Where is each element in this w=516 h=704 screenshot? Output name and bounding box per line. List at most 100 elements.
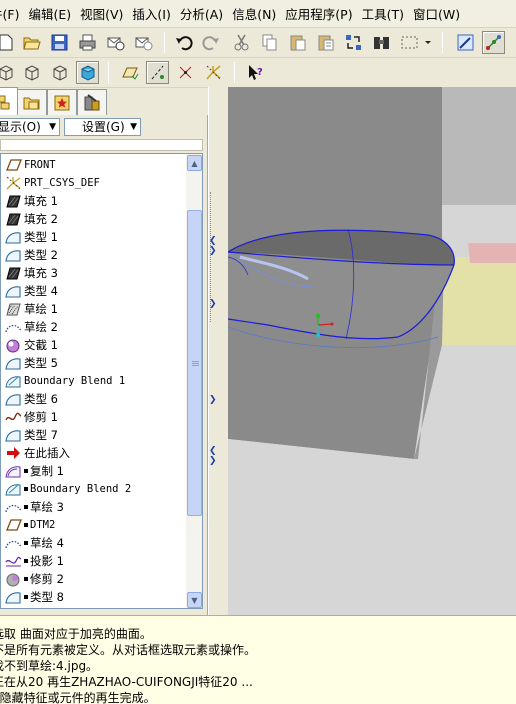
undo-icon[interactable] — [172, 31, 195, 54]
tree-item[interactable]: 草绘 3 — [5, 498, 64, 516]
paste-icon[interactable] — [286, 31, 309, 54]
tree-item[interactable]: 类型 7 — [5, 426, 58, 444]
new-file-icon[interactable] — [0, 31, 17, 54]
copy-icon[interactable] — [258, 31, 281, 54]
model-tree: FRONT PRT_CSYS_DEF 填充 1 填充 2 类型 1 类型 2 填充 3 类型 … — [0, 153, 186, 609]
dropdown-arrow-icon[interactable] — [422, 31, 434, 54]
model-tree-scrollbar[interactable]: ▲ ▼ — [186, 153, 203, 609]
tree-item[interactable]: 填充 2 — [5, 210, 58, 228]
tree-item[interactable]: FRONT — [5, 156, 56, 174]
tree-item[interactable]: DTM2 — [5, 516, 55, 534]
tree-item[interactable]: 类型 1 — [5, 228, 58, 246]
scroll-up-button[interactable]: ▲ — [187, 155, 202, 171]
tree-item[interactable]: 复制 1 — [5, 462, 64, 480]
tree-item[interactable]: 交截 1 — [5, 336, 58, 354]
menu-item[interactable]: 插入(I) — [128, 4, 175, 23]
collapse-left-icon[interactable]: ❮ — [209, 237, 217, 246]
tree-item[interactable]: Boundary Blend 1 — [5, 372, 125, 390]
panel-splitter[interactable]: ❮ ❯ ❯ ❯ ❮ ❯ — [208, 87, 228, 615]
tree-item[interactable]: 草绘 1 — [5, 300, 58, 318]
view-box-icon[interactable] — [20, 61, 43, 84]
show-dropdown-label: 显示(O) — [0, 120, 41, 134]
folder-browser-tab[interactable] — [17, 89, 47, 115]
collapse-right-icon[interactable]: ❯ — [209, 247, 217, 256]
collapse-right-icon[interactable]: ❯ — [209, 457, 217, 466]
cut-icon[interactable] — [230, 31, 253, 54]
collapse-left-icon[interactable]: ❮ — [209, 447, 217, 456]
scroll-down-button[interactable]: ▼ — [187, 592, 202, 608]
tree-item[interactable]: 修剪 2 — [5, 570, 64, 588]
graphics-window[interactable] — [228, 87, 516, 615]
navigator-tabs — [0, 87, 118, 115]
menu-item[interactable]: 应用程序(P) — [281, 4, 357, 23]
tree-item[interactable]: 草绘 2 — [5, 318, 58, 336]
tree-item[interactable]: 草绘 4 — [5, 534, 64, 552]
fill-icon — [5, 265, 22, 281]
sketch-options-icon[interactable] — [454, 31, 477, 54]
selection-box-icon[interactable] — [398, 31, 421, 54]
context-help-icon[interactable]: ? — [244, 61, 267, 84]
print-icon[interactable] — [76, 31, 99, 54]
paste-special-icon[interactable] — [314, 31, 337, 54]
tree-item[interactable]: 类型 2 — [5, 246, 58, 264]
menu-item[interactable]: 分析(A) — [176, 4, 228, 23]
tree-item[interactable]: Boundary Blend 2 — [5, 480, 131, 498]
settings-dropdown[interactable]: 设置(G) ▼ — [64, 118, 141, 136]
menu-item[interactable]: 工具(T) — [358, 4, 409, 23]
view-iso-icon[interactable] — [0, 61, 17, 84]
tree-item[interactable]: 投影 1 — [5, 552, 64, 570]
datum-planes-icon[interactable] — [118, 61, 141, 84]
settings-dropdown-label: 设置(G) — [82, 120, 125, 134]
tree-item[interactable]: 类型 5 — [5, 354, 58, 372]
sketch-hatched-icon — [5, 301, 22, 317]
email-icon[interactable] — [104, 31, 127, 54]
show-dropdown[interactable]: 显示(O) ▼ — [0, 118, 60, 136]
menu-item[interactable]: 信息(N) — [228, 4, 281, 23]
tree-item[interactable]: 修剪 1 — [5, 408, 58, 426]
collapse-right-icon[interactable]: ❯ — [209, 396, 217, 405]
tree-item[interactable]: 类型 4 — [5, 282, 58, 300]
datum-axes-icon[interactable] — [146, 61, 169, 84]
type-surface-icon — [5, 229, 22, 245]
tree-item-label: PRT_CSYS_DEF — [24, 177, 100, 189]
datum-display-icon[interactable] — [482, 31, 505, 54]
collapse-right-icon[interactable]: ❯ — [209, 300, 217, 309]
shaded-view-icon[interactable] — [76, 61, 99, 84]
redo-icon[interactable] — [200, 31, 223, 54]
tree-item[interactable]: 填充 3 — [5, 264, 58, 282]
tree-item-label: DTM2 — [30, 519, 56, 531]
tree-item-label: 复制 1 — [30, 464, 64, 478]
tree-item[interactable]: 类型 8 — [5, 588, 64, 606]
csys-icon — [5, 175, 22, 191]
tree-item[interactable]: 类型 6 — [5, 390, 58, 408]
tree-item-label: 草绘 1 — [24, 302, 58, 316]
tree-item[interactable]: 填充 1 — [5, 192, 58, 210]
tree-item-label: 修剪 2 — [30, 572, 64, 586]
menu-item[interactable]: 件(F) — [0, 4, 24, 23]
tree-item-label: 类型 6 — [24, 392, 58, 406]
datum-points-icon[interactable] — [174, 61, 197, 84]
favorites-tab[interactable] — [47, 89, 77, 115]
tree-item-label: 类型 7 — [24, 428, 58, 442]
tree-item[interactable]: 在此插入 — [5, 444, 70, 462]
find-icon[interactable] — [370, 31, 393, 54]
project-icon — [5, 553, 22, 569]
view-box2-icon[interactable] — [48, 61, 71, 84]
tree-item-label: 修剪 1 — [24, 410, 58, 424]
connections-tab[interactable] — [77, 89, 107, 115]
menu-item[interactable]: 视图(V) — [76, 4, 128, 23]
open-folder-icon[interactable] — [20, 31, 43, 54]
regenerate-icon[interactable] — [342, 31, 365, 54]
model-tree-tab[interactable] — [0, 87, 18, 115]
csys-icon[interactable] — [202, 61, 225, 84]
yellow-surface — [442, 257, 516, 345]
menu-item[interactable]: 编辑(E) — [24, 4, 76, 23]
suppressed-marker-icon — [24, 577, 28, 581]
tree-item-label: 交截 1 — [24, 338, 58, 352]
save-icon[interactable] — [48, 31, 71, 54]
menu-item[interactable]: 窗口(W) — [409, 4, 465, 23]
email-attach-icon[interactable] — [132, 31, 155, 54]
scroll-thumb[interactable] — [187, 210, 202, 516]
tree-item[interactable]: PRT_CSYS_DEF — [5, 174, 100, 192]
tree-item-label: 草绘 2 — [24, 320, 58, 334]
